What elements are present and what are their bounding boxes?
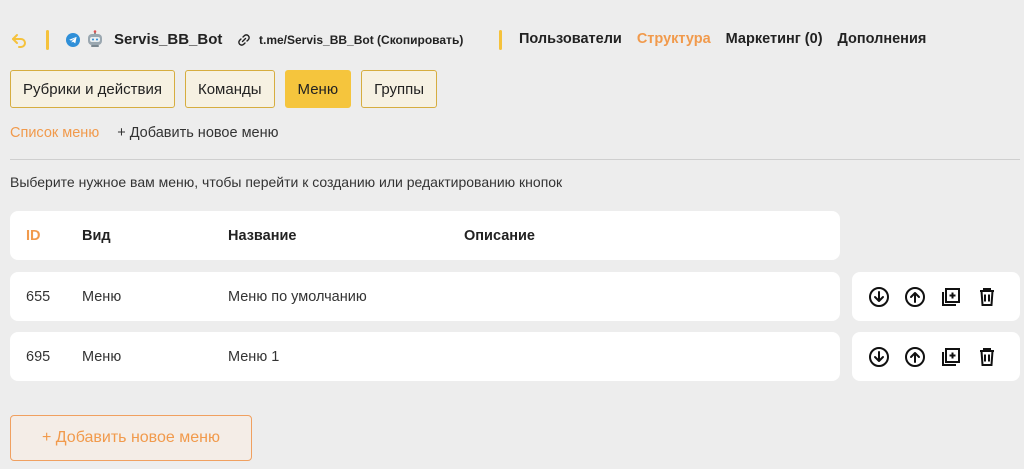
move-up-button[interactable] [904, 286, 926, 308]
bot-link-copy[interactable]: t.me/Servis_BB_Bot (Скопировать) [259, 33, 463, 47]
row-type: Меню [82, 348, 122, 365]
move-down-button[interactable] [868, 346, 890, 368]
row-id: 695 [26, 348, 51, 365]
telegram-icon [66, 33, 80, 47]
bot-name: Servis_BB_Bot [114, 31, 223, 48]
delete-icon [980, 287, 994, 306]
move-up-button[interactable] [904, 346, 926, 368]
top-bar: Servis_BB_Bot t.me/Servis_BB_Bot (Скопир… [0, 26, 1024, 54]
row-id: 655 [26, 288, 51, 305]
duplicate-button[interactable] [940, 346, 962, 368]
divider [46, 30, 49, 50]
divider [499, 30, 502, 50]
add-menu-button[interactable]: + Добавить новое меню [10, 415, 252, 461]
tab-menu[interactable]: Меню [284, 70, 352, 108]
table-header: ID Вид Название Описание [10, 211, 840, 260]
duplicate-icon [942, 287, 960, 306]
add-menu-link[interactable]: + Добавить новое меню [117, 125, 278, 141]
row-type: Меню [82, 288, 122, 305]
column-header-name: Название [228, 227, 297, 244]
move-down-button[interactable] [868, 286, 890, 308]
column-header-type: Вид [82, 227, 111, 244]
column-header-description: Описание [464, 227, 535, 244]
move-up-icon [905, 346, 925, 367]
tab-groups[interactable]: Группы [361, 70, 438, 108]
menu-list-link[interactable]: Список меню [10, 125, 99, 141]
row-actions [852, 272, 1020, 321]
table-row[interactable]: 655 Меню Меню по умолчанию [10, 272, 840, 321]
move-down-icon [869, 346, 889, 367]
nav-users[interactable]: Пользователи [519, 31, 622, 47]
column-header-id: ID [26, 227, 41, 244]
delete-icon [980, 347, 994, 366]
menu-subnav: Список меню + Добавить новое меню [10, 125, 279, 141]
nav-extras[interactable]: Дополнения [838, 31, 927, 47]
duplicate-button[interactable] [940, 286, 962, 308]
duplicate-icon [942, 347, 960, 366]
row-name: Меню по умолчанию [228, 288, 367, 305]
table-row[interactable]: 695 Меню Меню 1 [10, 332, 840, 381]
tab-rubrics-actions[interactable]: Рубрики и действия [10, 70, 175, 108]
move-up-icon [905, 286, 925, 307]
section-tabs: Рубрики и действия Команды Меню Группы [10, 70, 447, 108]
instruction-text: Выберите нужное вам меню, чтобы перейти … [10, 174, 563, 190]
divider-line [10, 159, 1020, 160]
copy-link-icon[interactable] [238, 34, 250, 46]
main-nav: Пользователи Структура Маркетинг (0) Доп… [519, 31, 941, 47]
row-name: Меню 1 [228, 348, 280, 365]
back-arrow-icon[interactable] [11, 32, 27, 48]
delete-button[interactable] [976, 286, 998, 308]
move-down-icon [869, 286, 889, 307]
tab-commands[interactable]: Команды [184, 70, 275, 108]
delete-button[interactable] [976, 346, 998, 368]
row-actions [852, 332, 1020, 381]
bot-avatar-icon [88, 30, 102, 47]
app-root: Servis_BB_Bot t.me/Servis_BB_Bot (Скопир… [0, 0, 1024, 469]
nav-marketing[interactable]: Маркетинг (0) [726, 31, 823, 47]
nav-structure[interactable]: Структура [637, 31, 711, 47]
